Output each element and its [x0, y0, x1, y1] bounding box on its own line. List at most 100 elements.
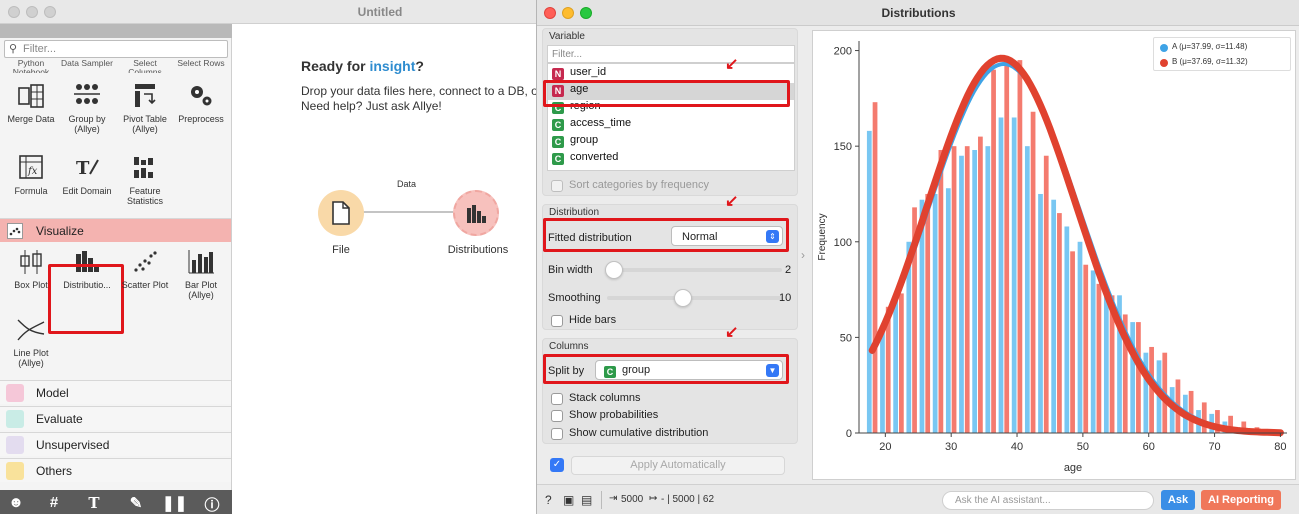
widget-select-rows[interactable]: Select Rows: [172, 59, 230, 73]
categorical-tag-icon: C: [552, 153, 564, 165]
distributions-window-title: Distributions: [881, 6, 956, 20]
node-file[interactable]: [318, 190, 364, 236]
widget-edit-domain[interactable]: T Edit Domain: [58, 154, 116, 196]
canvas-tools-bar: ☻ # T ✎ ❚❚ ⓘ: [0, 490, 232, 514]
categorical-tag-icon: C: [552, 136, 564, 148]
splitter-handle-icon[interactable]: ›: [801, 248, 805, 262]
person-icon[interactable]: ☻: [4, 494, 28, 511]
bin-width-slider[interactable]: [607, 268, 782, 272]
variable-item-converted[interactable]: Cconverted: [552, 151, 792, 168]
bar-b: [1043, 155, 1049, 434]
help-icon[interactable]: ⓘ: [200, 494, 224, 514]
ai-reporting-button[interactable]: AI Reporting: [1201, 490, 1281, 510]
legend-swatch-a: [1160, 44, 1168, 52]
show-cumulative-checkbox[interactable]: [551, 428, 563, 440]
bar-a: [1130, 322, 1136, 433]
node-distributions[interactable]: [453, 190, 499, 236]
widget-select-columns[interactable]: Select Columns: [116, 59, 174, 73]
pen-icon[interactable]: ✎: [124, 494, 148, 512]
bar-a: [893, 299, 899, 433]
node-distributions-label: Distributions: [447, 244, 509, 256]
legend-label-b: B (μ=37.69, σ=11.32): [1172, 57, 1248, 66]
variable-name: converted: [570, 151, 619, 163]
toolbox-collapse-strip[interactable]: [0, 24, 232, 38]
hash-icon[interactable]: #: [42, 494, 66, 511]
unsupervised-icon: [6, 436, 24, 454]
variable-name: group: [570, 134, 599, 146]
stack-columns-checkbox[interactable]: [551, 393, 563, 405]
canvas-instructions-line2: Need help? Just ask Allye!: [301, 99, 442, 113]
bar-b: [1030, 111, 1036, 433]
widget-preprocess[interactable]: Preprocess: [172, 82, 230, 124]
y-tick-label: 100: [834, 237, 852, 249]
widget-feature-statistics[interactable]: Feature Statistics: [116, 154, 174, 206]
category-model[interactable]: Model: [0, 380, 231, 404]
widget-data-sampler[interactable]: Data Sampler: [58, 59, 116, 73]
canvas-title-accent: insight: [369, 58, 416, 74]
toolbox-filter-input[interactable]: ⚲ Filter...: [4, 40, 228, 58]
variable-item-access-time[interactable]: Caccess_time: [552, 117, 792, 134]
widget-pivot-table[interactable]: Pivot Table (Allye): [116, 82, 174, 134]
smoothing-slider-handle[interactable]: [674, 289, 692, 307]
category-unsupervised[interactable]: Unsupervised: [0, 432, 231, 456]
link-label: Data: [397, 179, 417, 189]
widget-label: Feature Statistics: [126, 186, 163, 206]
widget-formula[interactable]: fx Formula: [2, 154, 60, 196]
distribution-plot[interactable]: 0 50 100 150 200 20 30 40 50 60 70 80 age Frequency A…: [812, 30, 1296, 480]
category-others-label: Others: [36, 464, 73, 478]
report-icon[interactable]: ▤: [581, 493, 592, 507]
bar-series-group: [866, 60, 1273, 434]
smoothing-slider[interactable]: [607, 296, 782, 300]
widget-merge-data[interactable]: Merge Data: [2, 82, 60, 124]
bin-width-slider-handle[interactable]: [605, 261, 623, 279]
category-evaluate[interactable]: Evaluate: [0, 406, 231, 430]
bin-width-value: 2: [785, 264, 792, 276]
help-icon[interactable]: ?: [545, 493, 552, 507]
variable-panel: Variable Filter... Nuser_id Nage Cregion…: [542, 28, 798, 196]
close-window-button[interactable]: [8, 6, 20, 18]
hide-bars-checkbox[interactable]: [551, 315, 563, 327]
file-icon: [332, 201, 350, 225]
bar-a: [1077, 241, 1083, 433]
variable-item-group[interactable]: Cgroup: [552, 134, 792, 151]
variable-filter-input[interactable]: Filter...: [547, 45, 795, 63]
widget-line-plot[interactable]: Line Plot (Allye): [2, 316, 60, 368]
minimize-window-button[interactable]: [26, 6, 38, 18]
show-probabilities-checkbox[interactable]: [551, 410, 563, 422]
bar-a: [866, 130, 872, 433]
preprocess-icon: [191, 86, 212, 106]
y-axis-label: Frequency: [817, 213, 828, 260]
widget-group-by[interactable]: Group by (Allye): [58, 82, 116, 134]
bar-a: [1011, 117, 1017, 434]
canvas-instructions: Drop your data files here, connect to a …: [301, 84, 547, 114]
widget-label: Merge Data: [7, 114, 55, 124]
text-icon[interactable]: T: [82, 494, 106, 512]
save-icon[interactable]: ▣: [563, 493, 574, 507]
numeric-tag-icon: N: [552, 68, 564, 80]
svg-text:T: T: [76, 158, 90, 179]
workflow-canvas[interactable]: Ready for insight? Drop your data files …: [233, 24, 547, 514]
widget-label: Select Columns: [128, 59, 162, 73]
zoom-window-button[interactable]: [44, 6, 56, 18]
bar-a: [880, 325, 885, 433]
age-highlight: [543, 80, 790, 107]
canvas-title: Ready for insight?: [301, 58, 424, 74]
apply-button[interactable]: Apply Automatically: [571, 456, 785, 475]
x-axis-label: age: [1064, 462, 1082, 474]
bar-a: [1051, 199, 1057, 433]
widget-python-notebook[interactable]: Python Notebook: [2, 59, 60, 73]
show-probabilities-label: Show probabilities: [569, 409, 659, 421]
ai-assistant-input[interactable]: Ask the AI assistant...: [942, 491, 1154, 510]
widget-label: Scatter Plot: [121, 280, 169, 290]
sort-categories-checkbox[interactable]: [551, 180, 563, 192]
widget-scatter-plot[interactable]: Scatter Plot: [116, 248, 174, 290]
pause-icon[interactable]: ❚❚: [162, 494, 187, 512]
x-tick-label: 60: [1143, 441, 1155, 453]
category-visualize[interactable]: Visualize: [0, 218, 231, 242]
bar-a: [998, 117, 1004, 434]
widget-label: Select Rows: [177, 59, 225, 68]
apply-auto-checkbox[interactable]: ✓: [550, 458, 564, 472]
category-others[interactable]: Others: [0, 458, 231, 482]
widget-bar-plot[interactable]: Bar Plot (Allye): [172, 248, 230, 300]
ask-button[interactable]: Ask: [1161, 490, 1195, 510]
